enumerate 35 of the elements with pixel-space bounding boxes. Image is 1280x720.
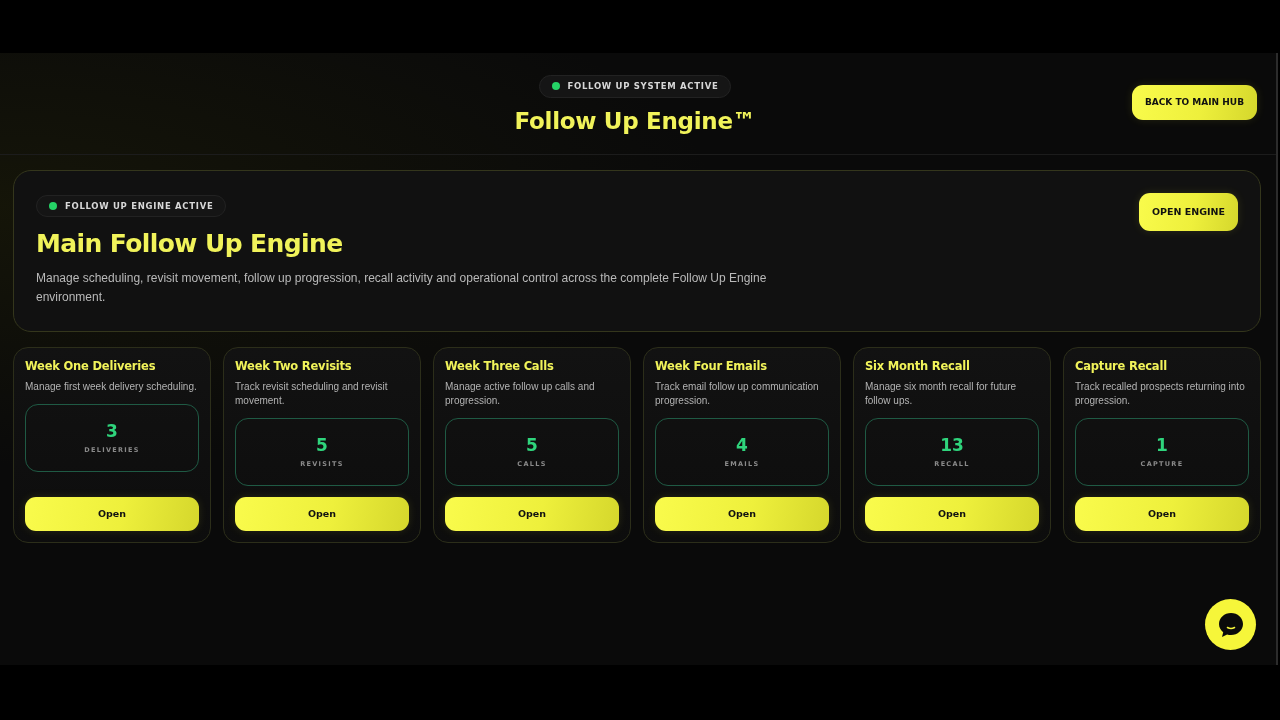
module-title: Capture Recall — [1075, 359, 1168, 374]
stat-count: 13 — [940, 436, 964, 454]
open-button[interactable]: Open — [655, 497, 829, 531]
open-button[interactable]: Open — [1075, 497, 1249, 531]
status-dot-icon — [49, 202, 57, 210]
chat-button[interactable] — [1205, 599, 1256, 650]
module-description: Manage active follow up calls and progression. — [445, 379, 596, 408]
back-to-hub-button[interactable]: BACK TO MAIN HUB — [1131, 84, 1257, 120]
module-description: Manage first week delivery scheduling. — [25, 379, 198, 394]
status-text: FOLLOW UP ENGINE ACTIVE — [65, 201, 214, 211]
page-title: Follow Up Engine™ — [514, 108, 756, 134]
stat-count: 4 — [736, 436, 748, 454]
stat-count: 5 — [316, 436, 328, 454]
open-button[interactable]: Open — [235, 497, 409, 531]
module-title: Week Two Revisits — [235, 359, 353, 374]
module-title: Week Three Calls — [445, 359, 555, 374]
panel-title: Main Follow Up Engine — [36, 230, 344, 258]
stat-count: 1 — [1156, 436, 1168, 454]
status-text: FOLLOW UP SYSTEM ACTIVE — [567, 82, 719, 91]
open-engine-button[interactable]: OPEN ENGINE — [1139, 193, 1238, 231]
module-description: Track email follow up communication progression. — [655, 379, 820, 408]
module-description: Track recalled prospects returning into progression. — [1075, 379, 1246, 408]
module-description: Track revisit scheduling and revisit movement. — [235, 379, 389, 408]
open-button[interactable]: Open — [445, 497, 619, 531]
panel-description: Manage scheduling, revisit movement, follow up progression, recall activity and operational control across the complete Follow Up Engine environment. — [36, 269, 768, 306]
module-description: Manage six month recall for future follow ups. — [865, 379, 1018, 408]
module-title: Six Month Recall — [865, 359, 971, 374]
module-title: Week Four Emails — [655, 359, 768, 374]
chat-bubble-icon — [1217, 611, 1244, 638]
module-title: Week One Deliveries — [25, 359, 157, 374]
open-button[interactable]: Open — [25, 497, 199, 531]
stat-count: 3 — [106, 422, 118, 440]
stat-count: 5 — [526, 436, 538, 454]
open-button[interactable]: Open — [865, 497, 1039, 531]
status-dot-icon — [551, 82, 560, 91]
